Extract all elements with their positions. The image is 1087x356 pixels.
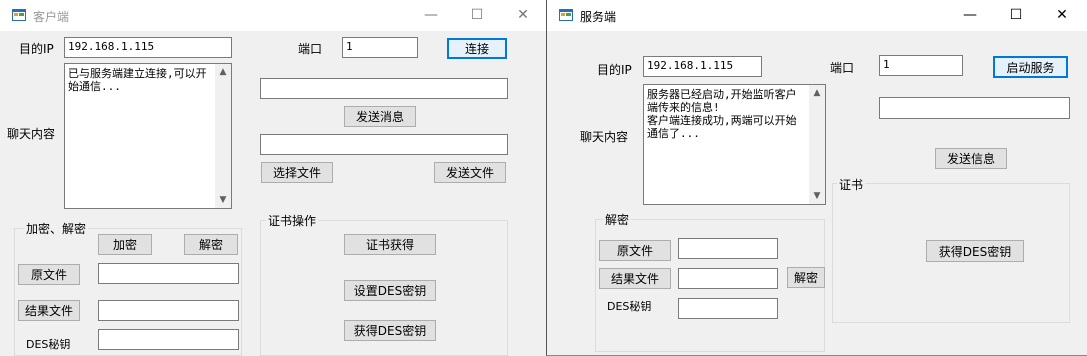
get-cert-button[interactable]: 证书获得 bbox=[344, 234, 436, 255]
decrypt-button[interactable]: 解密 bbox=[787, 267, 825, 288]
get-des-key-button[interactable]: 获得DES密钥 bbox=[344, 320, 436, 341]
chat-text: 已与服务端建立连接,可以开始通信... bbox=[68, 67, 207, 93]
message-input[interactable] bbox=[879, 97, 1070, 119]
get-des-key-button[interactable]: 获得DES密钥 bbox=[926, 240, 1024, 262]
client-titlebar[interactable]: 客户端 — ☐ ✕ bbox=[0, 0, 546, 31]
result-file-button[interactable]: 结果文件 bbox=[599, 268, 671, 289]
source-file-button[interactable]: 原文件 bbox=[18, 264, 80, 285]
chat-label: 聊天内容 bbox=[7, 127, 56, 141]
send-file-button[interactable]: 发送文件 bbox=[434, 162, 506, 183]
set-des-key-button[interactable]: 设置DES密钥 bbox=[344, 280, 436, 301]
scroll-up-icon[interactable]: ▲ bbox=[809, 85, 825, 101]
start-service-button[interactable]: 启动服务 bbox=[993, 56, 1068, 78]
source-file-button[interactable]: 原文件 bbox=[599, 240, 671, 261]
choose-file-button[interactable]: 选择文件 bbox=[261, 162, 333, 183]
target-ip-input[interactable]: 192.168.1.115 bbox=[643, 56, 762, 77]
close-button[interactable]: ✕ bbox=[500, 0, 546, 31]
minimize-button[interactable]: — bbox=[947, 0, 993, 31]
cert-group-title: 证书 bbox=[837, 176, 866, 193]
chat-textarea[interactable]: 已与服务端建立连接,可以开始通信... ▲ ▼ bbox=[64, 63, 232, 209]
scroll-up-icon[interactable]: ▲ bbox=[215, 64, 231, 80]
scroll-down-icon[interactable]: ▼ bbox=[215, 192, 231, 208]
result-file-button[interactable]: 结果文件 bbox=[18, 300, 80, 321]
result-file-input[interactable] bbox=[678, 268, 778, 289]
server-window: 服务端 — ☐ ✕ 目的IP 192.168.1.115 端口 1 启动服务 聊… bbox=[546, 0, 1087, 356]
scroll-down-icon[interactable]: ▼ bbox=[809, 188, 825, 204]
des-key-label: DES秘钥 bbox=[607, 300, 652, 313]
chat-text: 服务器已经启动,开始监听客户端传来的信息! 客户端连接成功,两端可以开始通信了.… bbox=[647, 88, 797, 140]
file-input[interactable] bbox=[260, 134, 508, 155]
minimize-button[interactable]: — bbox=[408, 0, 454, 31]
client-window: 客户端 — ☐ ✕ 目的IP 192.168.1.115 端口 1 连接 聊天内… bbox=[0, 0, 546, 356]
result-file-input[interactable] bbox=[98, 300, 239, 321]
des-key-input[interactable] bbox=[98, 329, 239, 350]
server-titlebar[interactable]: 服务端 — ☐ ✕ bbox=[547, 0, 1087, 31]
port-label: 端口 bbox=[830, 61, 855, 75]
port-input[interactable]: 1 bbox=[342, 37, 418, 58]
maximize-button[interactable]: ☐ bbox=[993, 0, 1039, 31]
chat-label: 聊天内容 bbox=[580, 130, 629, 144]
decrypt-group-title: 解密 bbox=[603, 211, 632, 228]
connect-button[interactable]: 连接 bbox=[447, 38, 507, 59]
cert-group-title: 证书操作 bbox=[266, 212, 319, 229]
window-title: 客户端 bbox=[33, 10, 70, 24]
port-label: 端口 bbox=[298, 42, 323, 56]
send-info-button[interactable]: 发送信息 bbox=[935, 148, 1007, 169]
chat-scrollbar[interactable]: ▲ ▼ bbox=[809, 85, 825, 204]
source-file-input[interactable] bbox=[678, 238, 778, 259]
des-key-label: DES秘钥 bbox=[26, 338, 71, 351]
des-key-input[interactable] bbox=[678, 298, 778, 319]
encrypt-button[interactable]: 加密 bbox=[98, 234, 152, 255]
target-ip-label: 目的IP bbox=[19, 42, 54, 56]
chat-scrollbar[interactable]: ▲ ▼ bbox=[215, 64, 231, 208]
send-message-button[interactable]: 发送消息 bbox=[344, 106, 416, 127]
message-input[interactable] bbox=[260, 78, 508, 99]
source-file-input[interactable] bbox=[98, 263, 239, 284]
chat-textarea[interactable]: 服务器已经启动,开始监听客户端传来的信息! 客户端连接成功,两端可以开始通信了.… bbox=[643, 84, 826, 205]
decrypt-button[interactable]: 解密 bbox=[184, 234, 238, 255]
maximize-button[interactable]: ☐ bbox=[454, 0, 500, 31]
port-input[interactable]: 1 bbox=[879, 55, 963, 76]
app-icon bbox=[559, 9, 573, 21]
crypto-group-title: 加密、解密 bbox=[24, 220, 89, 237]
app-icon bbox=[12, 9, 26, 21]
close-button[interactable]: ✕ bbox=[1039, 0, 1085, 31]
target-ip-input[interactable]: 192.168.1.115 bbox=[64, 37, 232, 58]
target-ip-label: 目的IP bbox=[597, 63, 632, 77]
window-title: 服务端 bbox=[580, 10, 617, 24]
